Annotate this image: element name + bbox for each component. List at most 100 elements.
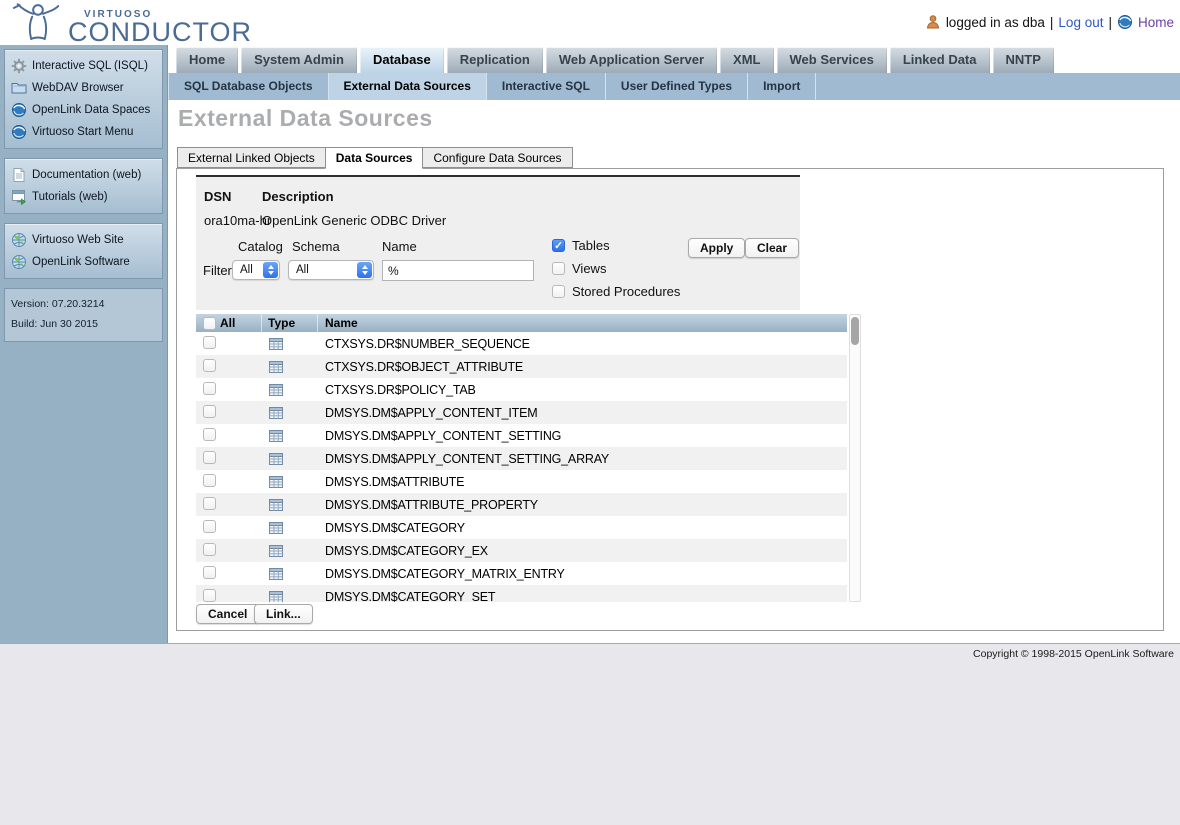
main-tab-nntp[interactable]: NNTP [993,47,1054,73]
table-row: DMSYS.DM$CATEGORY [196,516,847,539]
panel-tab-configure-data-sources[interactable]: Configure Data Sources [422,147,572,168]
row-object-name: DMSYS.DM$CATEGORY [318,521,847,535]
table-row: CTXSYS.DR$POLICY_TAB [196,378,847,401]
main-tab-xml[interactable]: XML [720,47,773,73]
sidebar-item-openlink-data-spaces[interactable]: OpenLink Data Spaces [8,99,159,121]
content-area: External Data Sources External Linked Ob… [168,100,1180,643]
table-icon [268,479,284,493]
sub-tab-interactive-sql[interactable]: Interactive SQL [487,73,606,100]
row-type-cell [262,451,318,467]
results-table: All Type Name CTXSYS.DR$NUMBER_SEQUENCEC… [196,314,847,602]
table-row: DMSYS.DM$ATTRIBUTE_PROPERTY [196,493,847,516]
table-row: DMSYS.DM$CATEGORY_SET [196,585,847,602]
views-checkbox[interactable] [552,262,565,275]
filter-label: Filter [203,263,232,278]
panel-tab-external-linked-objects[interactable]: External Linked Objects [177,147,326,168]
sidebar: Interactive SQL (ISQL)WebDAV BrowserOpen… [0,45,168,643]
row-checkbox[interactable] [203,451,216,464]
sidebar-item-label: Tutorials (web) [32,191,108,203]
row-select-cell [196,451,262,467]
sidebar-item-label: Virtuoso Start Menu [32,126,133,138]
link-button[interactable]: Link... [254,604,313,624]
row-select-cell [196,589,262,603]
row-checkbox[interactable] [203,359,216,372]
main-tab-home[interactable]: Home [176,47,238,73]
sidebar-item-virtuoso-web-site[interactable]: Virtuoso Web Site [8,229,159,251]
select-stepper-icon [263,262,278,278]
row-object-name: DMSYS.DM$CATEGORY_EX [318,544,847,558]
row-checkbox[interactable] [203,543,216,556]
sidebar-item-label: Interactive SQL (ISQL) [32,60,148,72]
sidebar-item-openlink-software[interactable]: OpenLink Software [8,251,159,273]
logout-link[interactable]: Log out [1058,15,1103,30]
object-type-row-views: Views [552,261,606,276]
main-tab-database[interactable]: Database [360,47,444,73]
row-checkbox[interactable] [203,497,216,510]
apply-button[interactable]: Apply [688,238,745,258]
row-checkbox[interactable] [203,589,216,602]
sidebar-item-virtuoso-start-menu[interactable]: Virtuoso Start Menu [8,121,159,143]
row-select-cell [196,566,262,582]
schema-select-value: All [296,264,309,276]
row-select-cell [196,474,262,490]
main-tab-replication[interactable]: Replication [447,47,543,73]
sub-tab-import[interactable]: Import [748,73,816,100]
cancel-button[interactable]: Cancel [196,604,259,624]
row-checkbox[interactable] [203,336,216,349]
table-scrollbar[interactable] [849,314,861,602]
catalog-select[interactable]: All [232,260,280,280]
name-filter-input[interactable] [382,260,534,281]
row-select-cell [196,405,262,421]
main-tab-web-application-server[interactable]: Web Application Server [546,47,717,73]
table-row: DMSYS.DM$CATEGORY_EX [196,539,847,562]
main-tab-web-services[interactable]: Web Services [777,47,887,73]
row-checkbox[interactable] [203,382,216,395]
tables-checkbox[interactable]: ✓ [552,239,565,252]
main-tab-linked-data[interactable]: Linked Data [890,47,990,73]
sub-tab-sql-database-objects[interactable]: SQL Database Objects [168,73,329,100]
table-row: CTXSYS.DR$NUMBER_SEQUENCE [196,332,847,355]
row-type-cell [262,589,318,603]
sidebar-item-webdav-browser[interactable]: WebDAV Browser [8,77,159,99]
table-icon [268,364,284,378]
filter-form: DSN Description ora10ma-hr OpenLink Gene… [196,175,800,310]
catalog-select-value: All [240,264,253,276]
sidebar-item-tutorials-web[interactable]: Tutorials (web) [8,186,159,208]
sub-tab-external-data-sources[interactable]: External Data Sources [329,73,487,100]
table-icon [268,387,284,401]
row-select-cell [196,520,262,536]
row-object-name: DMSYS.DM$APPLY_CONTENT_SETTING [318,429,847,443]
row-type-cell [262,405,318,421]
table-icon [268,410,284,424]
sidebar-item-documentation-web[interactable]: Documentation (web) [8,164,159,186]
row-checkbox[interactable] [203,405,216,418]
swirl-globe-icon [1117,14,1133,30]
select-all-label: All [220,316,235,330]
app-header: VIRTUOSO CONDUCTOR logged in as dba | Lo… [0,0,1180,45]
scrollbar-thumb[interactable] [851,317,859,345]
row-checkbox[interactable] [203,566,216,579]
row-checkbox[interactable] [203,474,216,487]
main-tab-system-admin[interactable]: System Admin [241,47,357,73]
select-all-checkbox[interactable] [203,317,216,330]
clear-button[interactable]: Clear [745,238,799,258]
data-sources-panel: DSN Description ora10ma-hr OpenLink Gene… [176,168,1164,631]
sub-tab-user-defined-types[interactable]: User Defined Types [606,73,748,100]
session-bar: logged in as dba | Log out | Home [925,14,1174,30]
home-link[interactable]: Home [1138,15,1174,30]
stored-procedures-checkbox-label: Stored Procedures [572,284,680,299]
schema-select[interactable]: All [288,260,374,280]
row-select-cell [196,428,262,444]
logo-text: VIRTUOSO CONDUCTOR [68,1,252,48]
row-checkbox[interactable] [203,520,216,533]
row-checkbox[interactable] [203,428,216,441]
panel-tab-data-sources[interactable]: Data Sources [325,147,424,169]
logo-conductor-label: CONDUCTOR [68,17,252,48]
row-type-cell [262,543,318,559]
folder-icon [11,80,27,96]
sidebar-group-3: Virtuoso Web SiteOpenLink Software [4,223,163,279]
row-type-cell [262,497,318,513]
stored-procedures-checkbox[interactable] [552,285,565,298]
sidebar-item-interactive-sql-isql[interactable]: Interactive SQL (ISQL) [8,55,159,77]
table-icon [268,525,284,539]
